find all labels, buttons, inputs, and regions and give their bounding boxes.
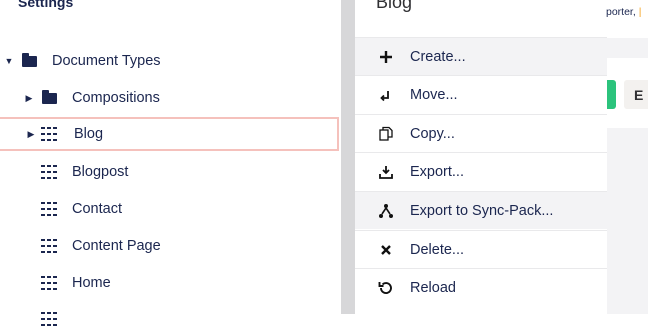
- save-button[interactable]: [607, 80, 616, 109]
- tree-item-label: Contact: [72, 201, 122, 217]
- menu-item-label: Copy...: [410, 125, 455, 142]
- reload-icon: [377, 279, 395, 297]
- tree-item-label: Blogpost: [72, 164, 129, 180]
- menu-item-label: Move...: [410, 86, 458, 103]
- tree-item-blogpost[interactable]: Blogpost: [0, 155, 341, 189]
- doctype-icon: [39, 127, 59, 141]
- caret-down-icon[interactable]: ▼: [4, 56, 14, 66]
- header-crumb: porter, |: [606, 6, 642, 18]
- menu-item-reload[interactable]: Reload: [355, 268, 607, 306]
- tree-item-document-types[interactable]: ▼ Document Types: [0, 44, 341, 78]
- context-menu: Blog Create... Move... Copy... Export...…: [355, 0, 607, 314]
- doctype-icon: [39, 276, 59, 290]
- menu-item-delete[interactable]: Delete...: [355, 230, 607, 268]
- menu-item-copy[interactable]: Copy...: [355, 114, 607, 152]
- panel-divider: [341, 0, 355, 314]
- caret-right-icon[interactable]: ▶: [24, 93, 34, 104]
- menu-item-label: Create...: [410, 48, 466, 65]
- tree-item-label: Content Page: [72, 238, 161, 254]
- secondary-button[interactable]: E: [624, 80, 648, 109]
- menu-item-export[interactable]: Export...: [355, 152, 607, 190]
- folder-icon: [39, 89, 59, 105]
- menu-item-create[interactable]: Create...: [355, 37, 607, 75]
- tree-item-label: Document Types: [52, 53, 161, 69]
- folder-icon: [19, 52, 39, 68]
- content-header: porter, |: [606, 0, 648, 38]
- tree-item-label: Blog: [74, 126, 104, 142]
- caret-right-icon[interactable]: ▶: [26, 129, 36, 140]
- plus-icon: [377, 48, 395, 66]
- menu-item-label: Delete...: [410, 241, 464, 258]
- sync-pack-icon: [377, 202, 395, 220]
- tree-item-contact[interactable]: Contact: [0, 192, 341, 226]
- tree-item-content-page[interactable]: Content Page: [0, 229, 341, 263]
- tree-item-label: Compositions: [72, 90, 160, 106]
- doctype-icon: [39, 202, 59, 216]
- menu-title: Blog: [376, 0, 413, 12]
- tree-item-home[interactable]: Home: [0, 266, 341, 300]
- section-title: Settings: [18, 0, 74, 10]
- tree-item-partial[interactable]: [0, 302, 341, 336]
- menu-item-move[interactable]: Move...: [355, 75, 607, 113]
- delete-icon: [377, 241, 395, 259]
- doctype-icon: [39, 312, 59, 326]
- copy-icon: [377, 125, 395, 143]
- menu-item-export-sync-pack[interactable]: Export to Sync-Pack...: [355, 191, 607, 229]
- tree-item-compositions[interactable]: ▶ Compositions: [0, 81, 341, 115]
- move-icon: [377, 86, 395, 104]
- doctype-icon: [39, 239, 59, 253]
- content-area: porter, | E: [606, 0, 648, 314]
- export-icon: [377, 163, 395, 181]
- menu-item-label: Reload: [410, 279, 456, 296]
- tree-item-label: Home: [72, 275, 111, 291]
- menu-item-label: Export to Sync-Pack...: [410, 202, 554, 219]
- menu-item-label: Export...: [410, 163, 464, 180]
- tree-item-blog[interactable]: ▶ Blog: [0, 117, 339, 151]
- doctype-icon: [39, 165, 59, 179]
- tree-panel: Settings ▼ Document Types ▶ Compositions…: [0, 0, 341, 326]
